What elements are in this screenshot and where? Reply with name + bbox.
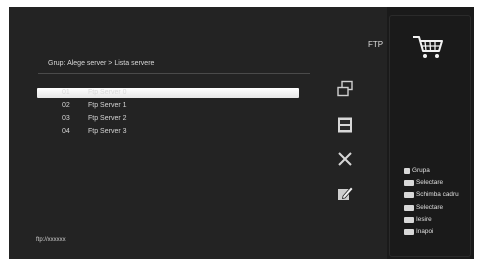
legend-label: Grupa bbox=[412, 167, 430, 174]
server-number: 04 bbox=[62, 128, 70, 135]
shopping-cart-icon bbox=[413, 36, 443, 58]
legend-item-exit: Iesire bbox=[404, 215, 480, 227]
remote-key bbox=[404, 228, 414, 235]
server-row-2[interactable]: 02 Ftp Server 1 bbox=[37, 100, 299, 113]
legend-item-inapoi: Inapoi bbox=[404, 227, 480, 239]
remote-key bbox=[404, 180, 414, 187]
remote-key bbox=[404, 204, 414, 211]
server-number: 01 bbox=[62, 89, 70, 96]
ftp-path: ftp://xxxxxx bbox=[36, 237, 66, 243]
edit-icon[interactable] bbox=[336, 184, 354, 202]
legend-item-schimba-cadru: Schimba cadru bbox=[404, 190, 480, 202]
legend-label: Selectare bbox=[416, 179, 443, 187]
divider bbox=[38, 73, 310, 74]
server-name: Ftp Server 2 bbox=[88, 115, 127, 122]
close-icon[interactable] bbox=[336, 150, 354, 168]
legend-item-grupa: Grupa bbox=[404, 166, 480, 178]
server-number: 03 bbox=[62, 115, 70, 122]
server-name: Ftp Server 3 bbox=[88, 128, 127, 135]
server-row-3[interactable]: 03 Ftp Server 2 bbox=[37, 113, 299, 126]
legend-item-ok: Selectare bbox=[404, 203, 480, 215]
server-list: 01 Ftp Server 0 02 Ftp Server 1 03 Ftp S… bbox=[37, 88, 299, 139]
image-icon[interactable] bbox=[336, 116, 354, 134]
section-title: FTP bbox=[368, 40, 384, 49]
legend-label: Iesire bbox=[416, 215, 432, 223]
server-number: 02 bbox=[62, 102, 70, 109]
breadcrumb: Grup: Alege server > Lista servere bbox=[48, 60, 155, 67]
legend-item-selectare: Selectare bbox=[404, 178, 480, 190]
server-row-4[interactable]: 04 Ftp Server 3 bbox=[37, 126, 299, 139]
server-name: Ftp Server 1 bbox=[88, 102, 127, 109]
remote-key bbox=[404, 192, 414, 199]
color-key bbox=[404, 168, 410, 174]
windows-icon[interactable] bbox=[336, 80, 354, 98]
remote-key bbox=[404, 216, 414, 223]
legend-label: Inapoi bbox=[416, 227, 434, 235]
legend-label: Schimba cadru bbox=[416, 191, 459, 199]
server-name: Ftp Server 0 bbox=[88, 89, 127, 96]
legend-label: Selectare bbox=[416, 203, 443, 211]
server-row-1[interactable]: 01 Ftp Server 0 bbox=[37, 88, 299, 98]
key-legend: Grupa Selectare Schimba cadru Selectare … bbox=[404, 166, 480, 239]
